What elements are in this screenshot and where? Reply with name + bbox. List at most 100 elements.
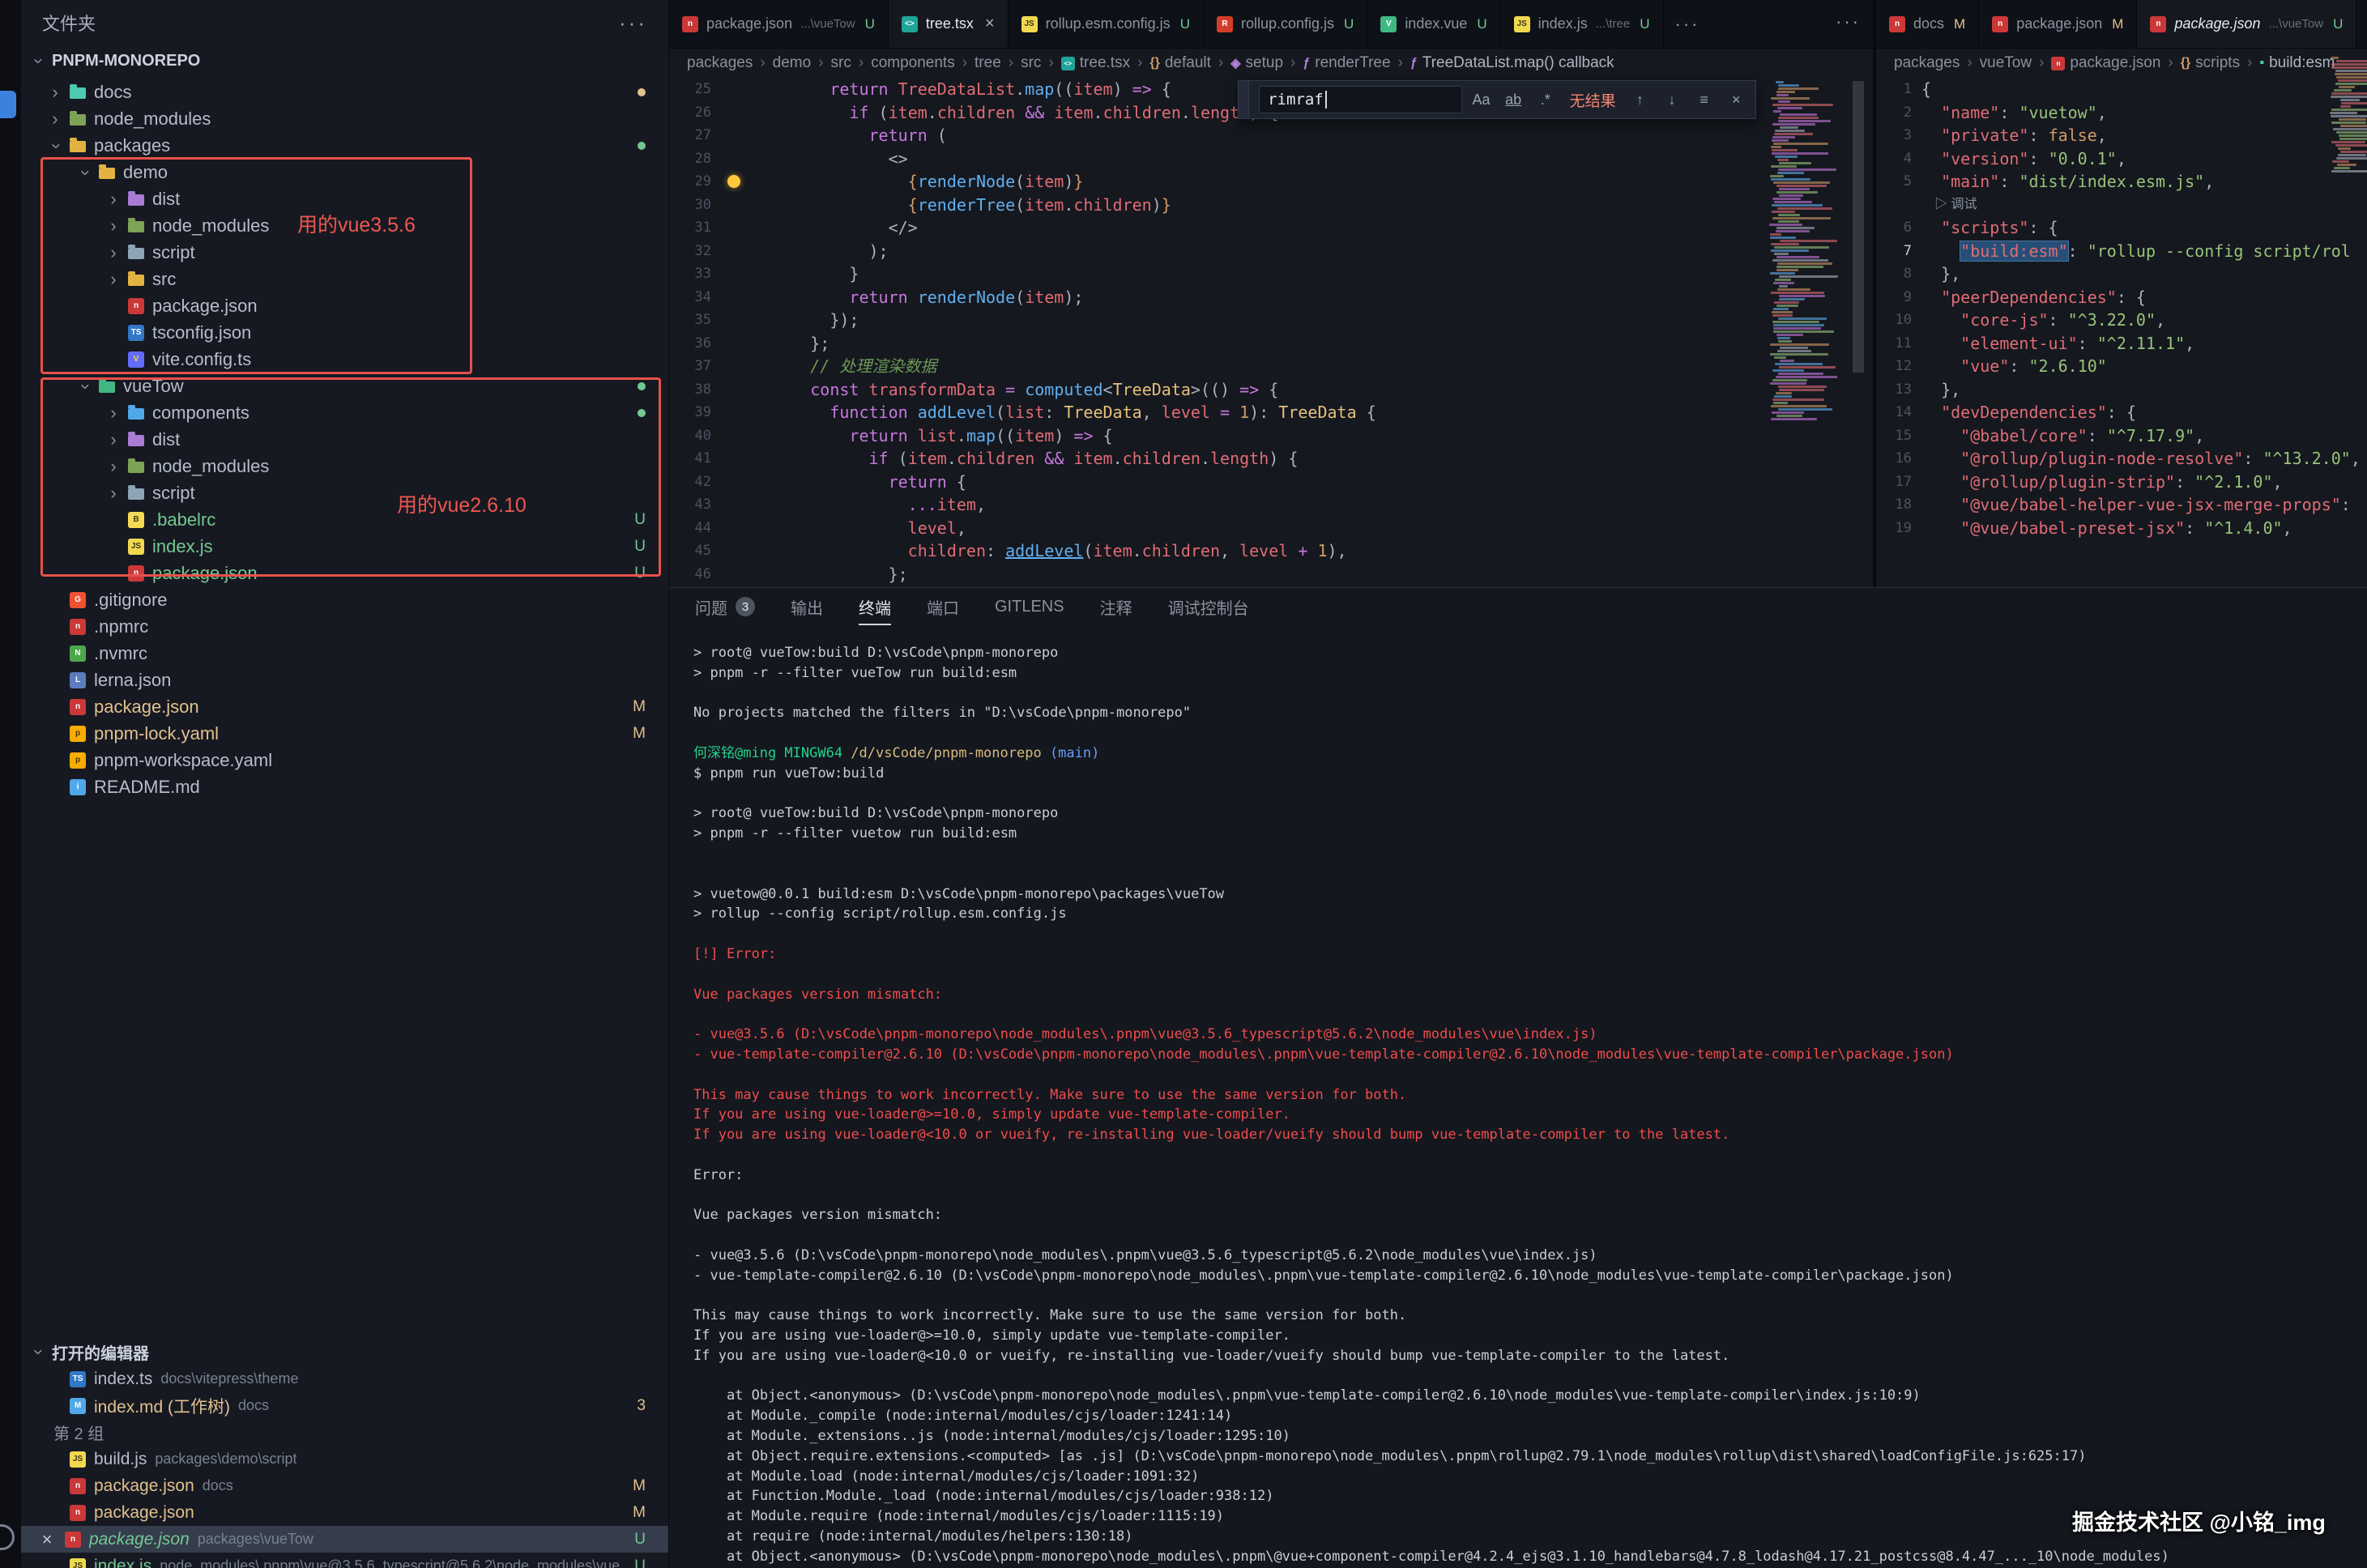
whole-word-button[interactable]: ab bbox=[1500, 87, 1526, 113]
open-editor-index.ts[interactable]: TSindex.tsdocs\vitepress\theme bbox=[21, 1366, 668, 1392]
tree-item-dist[interactable]: ›dist bbox=[21, 426, 668, 453]
open-editor-path: docs bbox=[238, 1397, 269, 1414]
tree-item-src[interactable]: ›src bbox=[21, 266, 668, 292]
tree-item-package.json[interactable]: npackage.json bbox=[21, 292, 668, 319]
tree-item-vueTow[interactable]: ›vueTow bbox=[21, 373, 668, 399]
tree-item-label: index.js bbox=[152, 536, 213, 557]
editor-actions-icon[interactable]: ··· bbox=[1836, 11, 1861, 32]
tree-item-packages[interactable]: ›packages bbox=[21, 132, 668, 159]
breadcrumb-item[interactable]: demo bbox=[773, 54, 812, 72]
tree-item-node_modules[interactable]: ›node_modules bbox=[21, 105, 668, 132]
tab-docs[interactable]: ndocsM bbox=[1876, 0, 1979, 48]
tree-item-package.json[interactable]: npackage.jsonU bbox=[21, 560, 668, 586]
panel-tab-问题[interactable]: 问题3 bbox=[695, 588, 755, 625]
lightbulb-icon[interactable] bbox=[727, 175, 740, 188]
code-line: 27 return ( bbox=[669, 124, 1873, 147]
tree-item-vite.config.ts[interactable]: Vvite.config.ts bbox=[21, 346, 668, 373]
find-input[interactable]: rimraf bbox=[1259, 86, 1462, 113]
more-tabs-icon[interactable]: ··· bbox=[1664, 0, 1712, 48]
codelens-debug[interactable]: ▷ 调试 bbox=[1921, 194, 1977, 217]
breadcrumb-item[interactable]: ƒTreeDataList.map() callback bbox=[1410, 54, 1614, 72]
tree-item-script[interactable]: ›script bbox=[21, 239, 668, 266]
terminal[interactable]: > root@ vueTow:build D:\vsCode\pnpm-mono… bbox=[669, 625, 2367, 1568]
tree-item-package.json[interactable]: npackage.jsonM bbox=[21, 693, 668, 720]
match-case-button[interactable]: Aa bbox=[1469, 87, 1495, 113]
panel-tab-输出[interactable]: 输出 bbox=[791, 588, 823, 625]
breadcrumb-item[interactable]: src bbox=[831, 54, 851, 72]
tab-index.vue[interactable]: Vindex.vueU bbox=[1367, 0, 1500, 48]
scrollbar-thumb[interactable] bbox=[1853, 81, 1864, 373]
breadcrumb-item[interactable]: npackage.json bbox=[2051, 54, 2160, 72]
open-editors-header[interactable]: › 打开的编辑器 bbox=[21, 1338, 668, 1366]
tree-item-node_modules[interactable]: ›node_modules bbox=[21, 453, 668, 479]
breadcrumb-item[interactable]: ▪build:esm bbox=[2259, 54, 2335, 72]
tree-item-.npmrc[interactable]: n.npmrc bbox=[21, 613, 668, 640]
tab-index.js[interactable]: JSindex.js...\treeU bbox=[1501, 0, 1664, 48]
tree-item-components[interactable]: ›components bbox=[21, 399, 668, 426]
breadcrumb-item[interactable]: ƒrenderTree bbox=[1303, 54, 1390, 72]
panel-tab-注释[interactable]: 注释 bbox=[1100, 588, 1132, 625]
breadcrumb-item[interactable]: src bbox=[1021, 54, 1041, 72]
code-text: children: addLevel(item.children, level … bbox=[752, 539, 1347, 563]
tab-tree.tsx[interactable]: <>tree.tsx× bbox=[889, 0, 1009, 48]
breadcrumb-item[interactable]: packages bbox=[1894, 54, 1960, 72]
tab-package.json[interactable]: npackage.jsonM bbox=[1979, 0, 2137, 48]
open-editor-package.json[interactable]: npackage.jsondocsM bbox=[21, 1472, 668, 1499]
close-icon[interactable]: × bbox=[985, 15, 995, 33]
close-icon[interactable]: × bbox=[37, 1529, 57, 1550]
tree-item-pnpm-workspace.yaml[interactable]: ppnpm-workspace.yaml bbox=[21, 747, 668, 773]
scrollbar[interactable] bbox=[1850, 78, 1866, 587]
breadcrumb-item[interactable]: tree bbox=[975, 54, 1001, 72]
open-editor-package.json[interactable]: npackage.jsonM bbox=[21, 1499, 668, 1526]
prev-match-button[interactable]: ↑ bbox=[1627, 87, 1653, 113]
tab-package.json[interactable]: npackage.json...\vueTowU bbox=[669, 0, 889, 48]
tree-item-lerna.json[interactable]: Llerna.json bbox=[21, 667, 668, 693]
panel-tab-端口[interactable]: 端口 bbox=[927, 588, 959, 625]
panel-tab-终端[interactable]: 终端 bbox=[859, 588, 891, 625]
tab-rollup.esm.config.js[interactable]: JSrollup.esm.config.jsU bbox=[1009, 0, 1204, 48]
breadcrumb-item[interactable]: {}default bbox=[1149, 54, 1211, 72]
tree-item-.babelrc[interactable]: B.babelrcU bbox=[21, 506, 668, 533]
breadcrumb-item[interactable]: {}scripts bbox=[2181, 54, 2240, 72]
code-line: 15 "@babel/core": "^7.17.9", bbox=[1876, 424, 2367, 448]
code-line: 39 function addLevel(list: TreeData, lev… bbox=[669, 401, 1873, 424]
tree-item-.nvmrc[interactable]: N.nvmrc bbox=[21, 640, 668, 667]
code-editor-package-json[interactable]: 1{2 "name": "vuetow",3 "private": false,… bbox=[1876, 78, 2367, 587]
open-editor-package.json[interactable]: ×npackage.jsonpackages\vueTowU bbox=[21, 1526, 668, 1553]
breadcrumb-item[interactable]: ◈setup bbox=[1230, 54, 1283, 72]
regex-button[interactable]: .* bbox=[1533, 87, 1559, 113]
next-match-button[interactable]: ↓ bbox=[1659, 87, 1685, 113]
panel-tab-GITLENS[interactable]: GITLENS bbox=[995, 588, 1064, 625]
breadcrumb-item[interactable]: packages bbox=[687, 54, 753, 72]
open-editor-path: docs bbox=[203, 1477, 233, 1494]
minimap-bar bbox=[1776, 334, 1804, 336]
minimap[interactable] bbox=[2326, 53, 2367, 177]
code-editor-tree-tsx[interactable]: 25 return TreeDataList.map((item) => {26… bbox=[669, 78, 1873, 587]
tree-item-.gitignore[interactable]: G.gitignore bbox=[21, 586, 668, 613]
breadcrumb-item[interactable]: vueTow bbox=[1980, 54, 2032, 72]
sidebar-more-icon[interactable]: ··· bbox=[619, 11, 647, 36]
panel-tab-调试控制台[interactable]: 调试控制台 bbox=[1168, 588, 1249, 625]
activity-bar[interactable] bbox=[0, 0, 21, 1568]
breadcrumb-item[interactable]: components bbox=[871, 54, 955, 72]
tree-item-index.js[interactable]: JSindex.jsU bbox=[21, 533, 668, 560]
code-text: } bbox=[752, 262, 859, 286]
tree-item-script[interactable]: ›script bbox=[21, 479, 668, 506]
tree-item-README.md[interactable]: iREADME.md bbox=[21, 773, 668, 800]
open-editor-index.md (工作树)[interactable]: Mindex.md (工作树)docs3 bbox=[21, 1392, 668, 1419]
minimap[interactable] bbox=[1766, 78, 1840, 434]
open-editor-index.js[interactable]: JSindex.jsnode_modules\.pnpm\vue@3.5.6_t… bbox=[21, 1553, 668, 1568]
tree-item-tsconfig.json[interactable]: TStsconfig.json bbox=[21, 319, 668, 346]
breadcrumb-item[interactable]: <>tree.tsx bbox=[1061, 54, 1130, 72]
tree-item-demo[interactable]: ›demo bbox=[21, 159, 668, 185]
account-icon[interactable] bbox=[0, 1524, 15, 1550]
tree-item-pnpm-lock.yaml[interactable]: ppnpm-lock.yamlM bbox=[21, 720, 668, 747]
find-toggle-handle[interactable] bbox=[1239, 81, 1249, 118]
tree-item-docs[interactable]: ›docs bbox=[21, 79, 668, 105]
explorer-section-header[interactable]: › PNPM-MONOREPO bbox=[21, 45, 668, 76]
open-editor-build.js[interactable]: JSbuild.jspackages\demo\script bbox=[21, 1446, 668, 1472]
tab-rollup.config.js[interactable]: Rrollup.config.jsU bbox=[1204, 0, 1367, 48]
find-in-selection-button[interactable]: ≡ bbox=[1691, 87, 1717, 113]
close-find-button[interactable]: × bbox=[1723, 87, 1749, 113]
tab-package.json[interactable]: npackage.json...\vueTowU bbox=[2137, 0, 2356, 48]
